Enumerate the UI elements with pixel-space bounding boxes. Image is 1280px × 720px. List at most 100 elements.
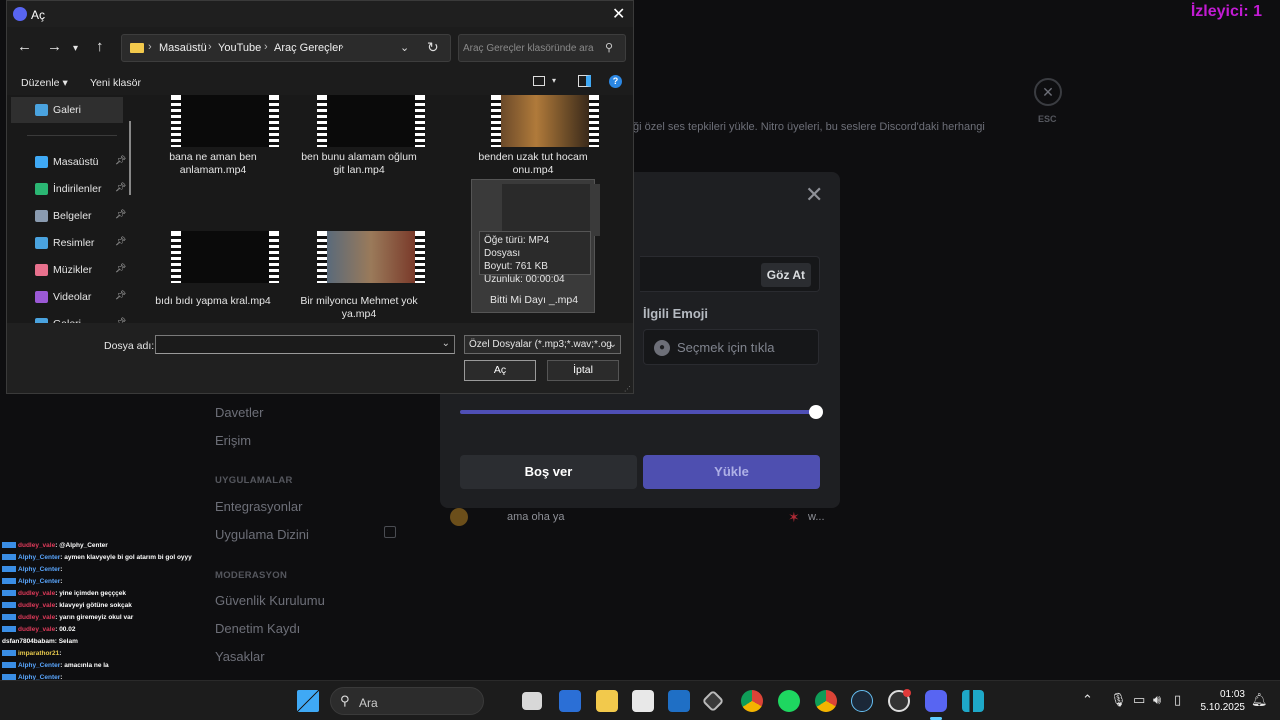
app-window-icon[interactable] — [962, 690, 984, 712]
nav-item-1[interactable]: Masaüstü 📌︎ — [11, 149, 126, 175]
file-name: ben bunu alamam oğlum git lan.mp4 — [301, 151, 417, 176]
file-item[interactable]: bana ne aman ben anlamam.mp4 — [151, 95, 279, 213]
file-explorer-icon[interactable] — [596, 690, 618, 712]
file-item[interactable]: ben bunu alamam oğlum git lan.mp4 — [297, 95, 425, 213]
pin-icon[interactable]: 📌︎ — [115, 290, 126, 301]
chat-username: Alphy_Center — [18, 566, 61, 573]
pin-icon[interactable]: 📌︎ — [115, 182, 126, 193]
nav-item-4[interactable]: Resimler 📌︎ — [11, 230, 126, 256]
pin-icon[interactable]: 📌︎ — [115, 155, 126, 166]
volume-slider-handle[interactable] — [809, 405, 823, 419]
discord-icon[interactable] — [925, 690, 947, 712]
filetype-select[interactable]: Özel Dosyalar (*.mp3;*.wav;*.og ⌄ — [464, 335, 621, 354]
outlook-icon[interactable] — [668, 690, 690, 712]
chat-badge-icon — [2, 602, 16, 609]
forward-arrow-icon[interactable]: → — [47, 39, 62, 55]
chevron-down-icon: ⌄ — [608, 339, 617, 350]
nav-scrollbar[interactable] — [129, 121, 131, 195]
chrome-profile-icon[interactable] — [815, 690, 837, 712]
back-arrow-icon[interactable]: ← — [17, 39, 32, 55]
cancel-button[interactable]: İptal — [547, 360, 619, 381]
microphone-icon[interactable]: 🎙︎ — [1110, 692, 1127, 708]
notification-bell-icon[interactable]: 🔔︎ — [1251, 692, 1268, 708]
chat-text: : — [60, 566, 63, 573]
nav-item-7[interactable]: Galeri📌︎ — [11, 311, 126, 323]
microsoft-store-icon[interactable] — [632, 690, 654, 712]
pin-icon[interactable]: 📌︎ — [115, 263, 126, 274]
nav-item-2[interactable]: İndirilenler 📌︎ — [11, 176, 126, 202]
film-strip — [171, 97, 181, 145]
unity-hub-icon[interactable] — [701, 689, 725, 713]
close-icon[interactable]: ✕ — [612, 4, 625, 24]
nav-item-5[interactable]: Müzikler 📌︎ — [11, 257, 126, 283]
filename-label: Dosya adı: — [104, 340, 155, 352]
settings-item-safety-setup[interactable]: Güvenlik Kurulumu — [215, 593, 325, 608]
help-icon[interactable]: ? — [609, 75, 622, 88]
pin-icon[interactable]: 📌︎ — [115, 209, 126, 220]
preview-pane-icon[interactable] — [578, 75, 591, 87]
view-options-icon[interactable] — [533, 76, 545, 86]
settings-item-audit-log[interactable]: Denetim Kaydı — [215, 621, 300, 636]
file-name: benden uzak tut hocam onu.mp4 — [478, 151, 588, 176]
settings-item-integrations[interactable]: Entegrasyonlar — [215, 499, 302, 514]
settings-item-app-directory[interactable]: Uygulama Dizini — [215, 527, 309, 542]
battery-icon[interactable]: ▯ — [1174, 692, 1181, 708]
spotify-icon[interactable] — [778, 690, 800, 712]
task-view-icon[interactable] — [522, 692, 542, 710]
new-folder-button[interactable]: Yeni klasör — [90, 77, 141, 89]
taskbar-search[interactable]: ⚲ Ara — [330, 687, 484, 715]
breadcrumb-desktop[interactable]: Masaüstü — [159, 42, 207, 54]
chat-text: : aymen klavyeyle bi gol atarım bi gol o… — [60, 554, 192, 561]
chevron-down-icon[interactable]: ⌄ — [442, 338, 450, 349]
pin-icon[interactable]: 📌︎ — [115, 236, 126, 247]
video-thumbnail — [317, 231, 425, 283]
file-picker-field[interactable]: Göz At — [640, 256, 820, 292]
volume-slider-track[interactable] — [460, 410, 816, 414]
chat-message: imparathor21: — [2, 648, 222, 660]
start-menu-icon[interactable] — [297, 690, 319, 712]
settings-item-bans[interactable]: Yasaklar — [215, 649, 265, 664]
chat-username: dudley_vale — [18, 626, 56, 633]
system-clock[interactable]: 01:03 5.10.2025 — [1195, 688, 1246, 714]
browse-button[interactable]: Göz At — [760, 263, 811, 287]
viewer-count-badge: İzleyici: 1 — [1190, 3, 1262, 20]
taskbar-search-label: Ara — [359, 696, 378, 710]
open-button[interactable]: Aç — [464, 360, 536, 381]
sound-name-truncated: w... — [808, 511, 825, 523]
nav-item-0[interactable]: Galeri — [11, 97, 123, 123]
steam-icon[interactable] — [851, 690, 873, 712]
external-link-icon — [384, 526, 396, 538]
folder-search-input[interactable]: Araç Gereçler klasöründe ara ⚲ — [458, 34, 626, 62]
sound-list-item[interactable]: ama oha ya ✶ w... — [450, 508, 830, 528]
nav-item-label: İndirilenler — [53, 183, 102, 195]
folder-icon — [130, 43, 144, 53]
address-dropdown-icon[interactable]: ⌄ — [400, 41, 409, 54]
chat-text: : Selam — [54, 638, 78, 645]
chrome-icon[interactable] — [741, 690, 763, 712]
file-item[interactable]: bıdı bıdı yapma kral.mp4 — [151, 229, 279, 323]
emoji-picker-field[interactable]: ● Seçmek için tıkla — [643, 329, 819, 365]
network-icon[interactable]: ▭ — [1133, 692, 1145, 708]
filename-input[interactable]: ⌄ — [155, 335, 455, 354]
up-arrow-icon[interactable]: ↑ — [96, 39, 104, 55]
close-icon[interactable]: ✕ — [805, 184, 823, 206]
upload-button[interactable]: Yükle — [643, 455, 820, 489]
breadcrumb-youtube[interactable]: YouTube — [218, 42, 261, 54]
cancel-button[interactable]: Boş ver — [460, 455, 637, 489]
refresh-icon[interactable]: ↻ — [427, 39, 439, 56]
breadcrumb-tools[interactable]: Araç Gereçler — [274, 42, 342, 54]
visual-studio-code-icon[interactable] — [559, 690, 581, 712]
file-item[interactable]: Bir milyoncu Mehmet yok ya.mp4 — [297, 229, 425, 323]
resize-grip-icon[interactable]: ⋰ — [624, 385, 631, 393]
chevron-up-icon[interactable]: ⌃ — [1082, 692, 1093, 708]
organize-menu[interactable]: Düzenle ▾ — [21, 77, 68, 89]
nav-item-3[interactable]: Belgeler 📌︎ — [11, 203, 126, 229]
address-bar[interactable]: › Masaüstü › YouTube › Araç Gereçler › ⌄… — [121, 34, 451, 62]
esc-close-button[interactable]: ✕ — [1034, 78, 1062, 106]
settings-item-access[interactable]: Erişim — [215, 433, 251, 448]
chevron-down-icon[interactable]: ▾ — [552, 76, 556, 85]
volume-icon[interactable]: 🔊︎ — [1153, 692, 1161, 708]
settings-item-invites[interactable]: Davetler — [215, 405, 263, 420]
recent-locations-chevron-icon[interactable]: ▾ — [73, 41, 78, 57]
nav-item-6[interactable]: Videolar 📌︎ — [11, 284, 126, 310]
